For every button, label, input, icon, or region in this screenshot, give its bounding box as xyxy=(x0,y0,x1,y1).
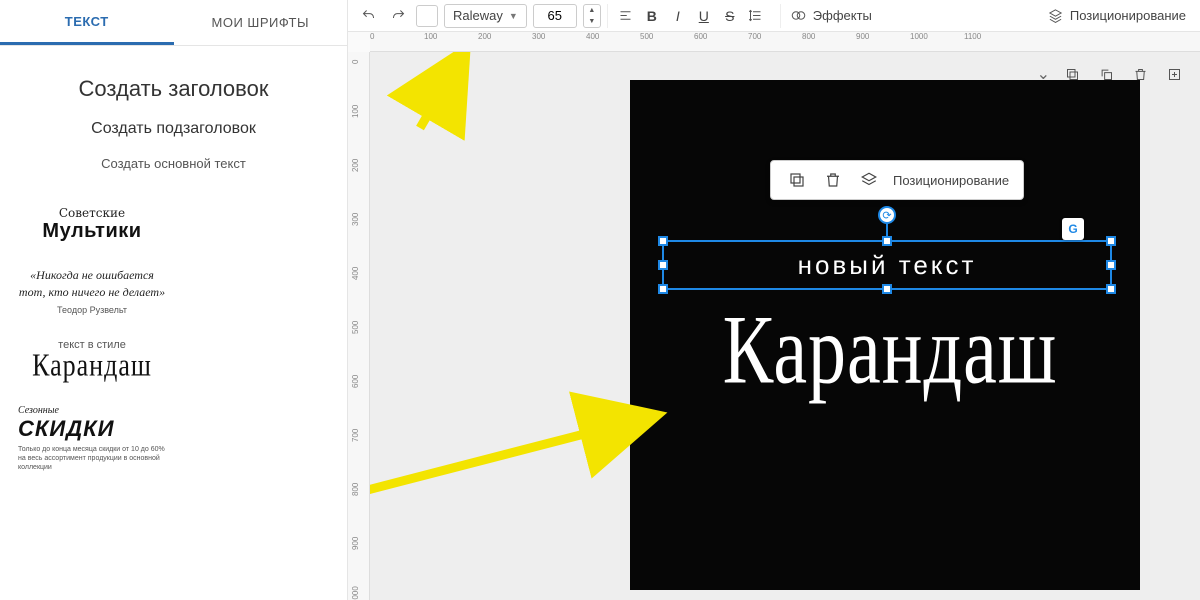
preset-label: Теодор Рузвельт xyxy=(57,305,127,315)
preset-pencil[interactable]: текст в стиле Карандаш xyxy=(18,339,166,381)
resize-handle[interactable] xyxy=(882,236,892,246)
positioning-button[interactable]: Позиционирование xyxy=(1070,8,1186,23)
create-body-text[interactable]: Создать основной текст xyxy=(101,156,246,171)
translate-icon[interactable]: G xyxy=(1062,218,1084,240)
ruler-horizontal: 010020030040050060070080090010001100 xyxy=(370,32,1200,52)
resize-handle[interactable] xyxy=(658,284,668,294)
selection-context-toolbar: Позиционирование xyxy=(770,160,1024,200)
delete-button[interactable] xyxy=(821,168,845,192)
preset-label: Сезонные xyxy=(18,405,59,416)
redo-button[interactable] xyxy=(386,4,410,28)
add-button[interactable] xyxy=(1162,62,1186,86)
copy-button[interactable] xyxy=(785,168,809,192)
undo-button[interactable] xyxy=(356,4,380,28)
preset-label: Карандаш xyxy=(32,348,152,384)
preset-label: Советские xyxy=(59,206,125,220)
editor-main: Raleway ▼ ▲▼ B I U S Эффекты Позициониро… xyxy=(348,0,1200,600)
tab-my-fonts[interactable]: МОИ ШРИФТЫ xyxy=(174,0,348,45)
resize-handle[interactable] xyxy=(1106,236,1116,246)
rotate-handle[interactable] xyxy=(878,206,896,224)
preset-multiki[interactable]: Советские Мультики xyxy=(18,206,166,243)
effects-icon[interactable] xyxy=(787,4,811,28)
sidebar: ТЕКСТ МОИ ШРИФТЫ Создать заголовок Созда… xyxy=(0,0,348,600)
effects-button[interactable]: Эффекты xyxy=(813,8,872,23)
preset-label: Только до конца месяца скидки от 10 до 6… xyxy=(18,445,166,472)
layers-icon xyxy=(857,168,881,192)
sidebar-tabs: ТЕКСТ МОИ ШРИФТЫ xyxy=(0,0,347,46)
context-positioning-button[interactable]: Позиционирование xyxy=(893,173,1009,188)
create-text-options: Создать заголовок Создать подзаголовок С… xyxy=(0,46,347,171)
annotation-arrow xyxy=(370,402,670,557)
canvas-area[interactable]: ⌄ Позиционирование xyxy=(370,52,1200,600)
step-up-icon: ▲ xyxy=(584,5,600,16)
underline-button[interactable]: U xyxy=(692,4,716,28)
top-toolbar: Raleway ▼ ▲▼ B I U S Эффекты Позициониро… xyxy=(348,0,1200,32)
font-size-stepper[interactable]: ▲▼ xyxy=(583,4,601,28)
preset-sale[interactable]: Сезонные СКИДКИ Только до конца месяца с… xyxy=(18,405,166,472)
font-size-input[interactable] xyxy=(533,4,577,28)
chevron-down-icon: ▼ xyxy=(509,11,518,21)
align-button[interactable] xyxy=(614,4,638,28)
selected-text-content[interactable]: новый текст xyxy=(664,242,1110,288)
resize-handle[interactable] xyxy=(658,236,668,246)
text-color-swatch[interactable] xyxy=(416,5,438,27)
font-name: Raleway xyxy=(453,8,503,23)
resize-handle[interactable] xyxy=(882,284,892,294)
italic-button[interactable]: I xyxy=(666,4,690,28)
create-subheading[interactable]: Создать подзаголовок xyxy=(91,120,256,138)
line-height-button[interactable] xyxy=(744,4,768,28)
resize-handle[interactable] xyxy=(1106,284,1116,294)
layers-icon xyxy=(1044,4,1068,28)
selected-text-element[interactable]: G новый текст xyxy=(662,240,1112,290)
font-family-select[interactable]: Raleway ▼ xyxy=(444,4,527,28)
resize-handle[interactable] xyxy=(658,260,668,270)
canvas-text-pencil[interactable]: Карандаш xyxy=(645,294,1135,407)
workspace: 01002003004005006007008009001000 ⌄ xyxy=(348,52,1200,600)
preset-label: «Никогда не ошибается тот, кто ничего не… xyxy=(18,267,166,301)
strike-button[interactable]: S xyxy=(718,4,742,28)
step-down-icon: ▼ xyxy=(584,16,600,27)
preset-quote[interactable]: «Никогда не ошибается тот, кто ничего не… xyxy=(18,267,166,315)
tab-text[interactable]: ТЕКСТ xyxy=(0,0,174,45)
text-presets: Советские Мультики «Никогда не ошибается… xyxy=(0,171,347,507)
bold-button[interactable]: B xyxy=(640,4,664,28)
preset-label: СКИДКИ xyxy=(18,416,114,442)
create-heading[interactable]: Создать заголовок xyxy=(79,76,269,102)
ruler-vertical: 01002003004005006007008009001000 xyxy=(348,52,370,600)
annotation-arrow xyxy=(400,52,490,143)
resize-handle[interactable] xyxy=(1106,260,1116,270)
preset-label: Мультики xyxy=(42,220,141,243)
